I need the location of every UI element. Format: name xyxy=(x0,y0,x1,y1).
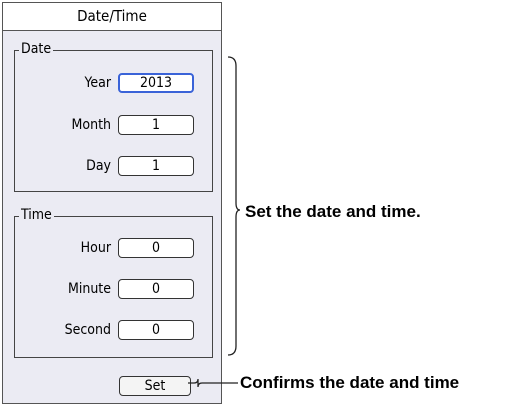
set-annotation: Confirms the date and time xyxy=(240,373,460,392)
bracket-annotation: Set the date and time. xyxy=(245,202,421,221)
bracket-icon xyxy=(227,56,241,356)
leader-line-icon xyxy=(188,378,238,388)
